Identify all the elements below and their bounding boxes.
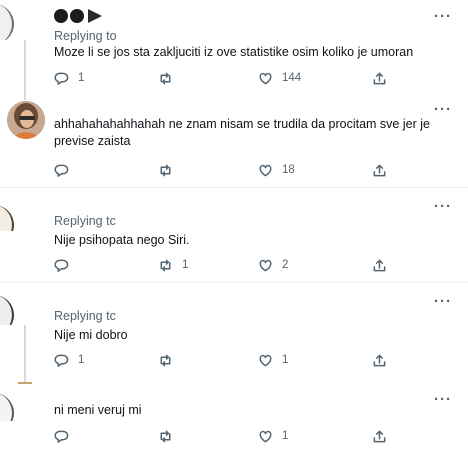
retweet-button[interactable] xyxy=(158,428,182,444)
share-button[interactable] xyxy=(372,70,387,86)
share-button[interactable] xyxy=(372,352,387,368)
like-count: 18 xyxy=(282,164,295,176)
like-count: 1 xyxy=(282,354,289,366)
retweet-button[interactable] xyxy=(158,352,182,368)
share-button[interactable] xyxy=(372,428,387,444)
display-name-emoji xyxy=(54,9,102,23)
more-options-button[interactable]: ··· xyxy=(434,9,452,24)
reply-button[interactable]: 1 xyxy=(54,352,84,368)
like-button[interactable]: 18 xyxy=(258,162,295,178)
replying-to-label: Replying tc xyxy=(54,309,116,323)
tweet-4[interactable]: ··· Replying tc Nije mi dobro 1 1 xyxy=(0,283,468,387)
retweet-icon xyxy=(160,72,171,84)
replying-to: Replying tc xyxy=(54,309,116,323)
action-bar: 1 2 xyxy=(54,257,414,273)
heart-icon xyxy=(259,354,272,366)
reply-button[interactable] xyxy=(54,257,78,273)
tweet-text: Nije psihopata nego Siri. xyxy=(54,233,190,247)
like-count: 144 xyxy=(282,72,302,84)
reply-bubble-icon xyxy=(54,430,69,443)
replying-to-label: Replying tc xyxy=(54,214,116,228)
like-count: 2 xyxy=(282,259,289,271)
reply-button[interactable]: 1 xyxy=(54,70,84,86)
reply-bubble-icon xyxy=(54,259,69,272)
avatar[interactable] xyxy=(0,205,46,231)
tweet-5[interactable]: ··· ni meni veruj mi 1 xyxy=(0,387,468,456)
tweet-text: Moze li se jos sta zakljuciti iz ove sta… xyxy=(54,45,414,59)
share-icon xyxy=(373,430,386,442)
like-button[interactable]: 144 xyxy=(258,70,301,86)
heart-icon xyxy=(259,72,272,84)
tweet-2[interactable]: ··· ahhahahahahhahah ne znam nisam se tr… xyxy=(0,95,468,187)
avatar[interactable] xyxy=(0,4,46,40)
reply-bubble-icon xyxy=(54,354,69,367)
tweet-3[interactable]: ··· Replying tc Nije psihopata nego Siri… xyxy=(0,188,468,281)
like-button[interactable]: 1 xyxy=(258,428,288,444)
avatar[interactable] xyxy=(0,295,46,325)
retweet-icon xyxy=(160,354,171,366)
reply-button[interactable] xyxy=(54,162,78,178)
reply-bubble-icon xyxy=(54,164,69,177)
more-options-button[interactable]: ··· xyxy=(434,294,452,309)
share-icon xyxy=(373,354,386,366)
like-button[interactable]: 1 xyxy=(258,352,288,368)
retweet-icon xyxy=(160,164,171,176)
reply-button[interactable] xyxy=(54,428,78,444)
retweet-icon xyxy=(160,430,171,442)
thread-line xyxy=(24,40,26,100)
tweet-text: ahhahahahahhahah ne znam nisam se trudil… xyxy=(54,117,430,148)
reply-count: 1 xyxy=(78,354,85,366)
share-button[interactable] xyxy=(372,257,387,273)
action-bar: 1 xyxy=(54,428,414,444)
share-button[interactable] xyxy=(372,162,387,178)
more-options-button[interactable]: ··· xyxy=(434,392,452,407)
replying-to: Replying tc xyxy=(54,214,116,228)
thread-line xyxy=(24,325,26,383)
more-options-button[interactable]: ··· xyxy=(434,199,452,214)
tweet-text: ni meni veruj mi xyxy=(54,403,142,417)
replying-to-label: Replying to xyxy=(54,29,117,43)
retweet-button[interactable] xyxy=(158,162,182,178)
avatar[interactable] xyxy=(7,101,45,139)
heart-icon xyxy=(259,430,272,442)
heart-icon xyxy=(259,164,272,176)
heart-icon xyxy=(259,259,272,271)
action-bar: 18 xyxy=(54,162,414,178)
replying-to: Replying to xyxy=(54,29,117,43)
avatar[interactable] xyxy=(0,393,46,421)
tweet-1[interactable]: ··· Replying to Moze li se jos sta zaklj… xyxy=(0,0,468,100)
share-icon xyxy=(373,164,386,176)
share-icon xyxy=(373,259,386,271)
avatar-photo xyxy=(7,101,45,139)
more-options-button[interactable]: ··· xyxy=(434,102,452,117)
reply-bubble-icon xyxy=(54,72,69,85)
retweet-icon xyxy=(160,259,171,271)
like-count: 1 xyxy=(282,430,289,442)
retweet-button[interactable] xyxy=(158,70,182,86)
action-bar: 1 144 xyxy=(54,70,414,86)
reply-count: 1 xyxy=(78,72,85,84)
retweet-count: 1 xyxy=(182,259,189,271)
thread-connector xyxy=(18,382,32,384)
action-bar: 1 1 xyxy=(54,352,414,368)
tweet-text: Nije mi dobro xyxy=(54,328,128,342)
like-button[interactable]: 2 xyxy=(258,257,288,273)
retweet-button[interactable]: 1 xyxy=(158,257,188,273)
share-icon xyxy=(373,72,386,84)
